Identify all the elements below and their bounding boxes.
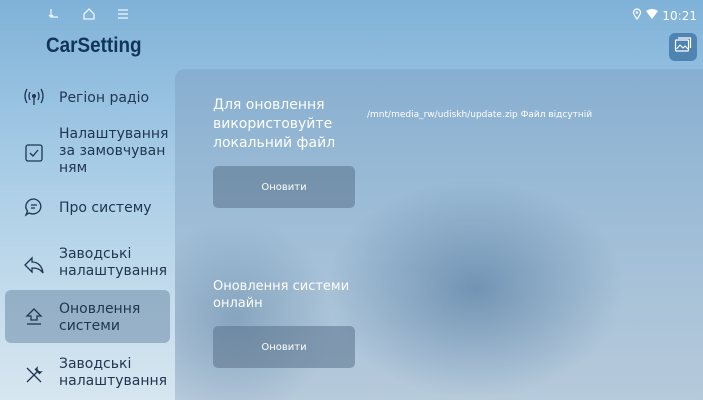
local-update-description: Для оновлення використовуйте локальний ф… [213,97,336,151]
clock: 10:21 [662,8,697,23]
return-arrow-icon [23,254,45,276]
sidebar-item-radio-region[interactable]: Регіон радіо [5,74,170,120]
sidebar-item-about-system[interactable]: Про систему [5,188,170,228]
tools-icon [23,364,45,386]
sidebar-item-label: Налаштування за замовчуван ням [59,126,169,176]
settings-sidebar: Регіон радіо Налаштування за замовчуван … [0,74,175,400]
app-title: CarSetting [46,34,142,57]
online-update-description: Оновлення системи онлайн [213,279,350,311]
location-icon [632,8,642,23]
image-icon [674,37,692,57]
online-update-button[interactable]: Оновити [213,326,355,368]
back-icon[interactable] [48,7,60,25]
sidebar-item-factory-settings-tools[interactable]: Заводські налаштування [5,348,170,398]
sidebar-item-system-update[interactable]: Оновлення системи [5,290,170,343]
menu-icon[interactable] [116,7,130,25]
status-bar: 10:21 [0,0,703,30]
home-icon[interactable] [82,7,96,25]
system-update-panel: Для оновлення використовуйте локальний ф… [175,69,703,400]
sidebar-item-factory-settings[interactable]: Заводські налаштування [5,238,170,288]
sidebar-item-label: Про систему [59,200,152,216]
local-update-button[interactable]: Оновити [213,166,355,208]
wifi-icon [646,8,659,23]
background-blur [325,179,625,399]
info-bubble-icon [23,196,45,218]
checkbox-icon [23,142,45,164]
sidebar-item-label: Оновлення системи [59,301,141,334]
sidebar-item-default-settings[interactable]: Налаштування за замовчуван ням [5,122,170,184]
sidebar-item-label: Заводські налаштування [59,356,168,389]
radio-signal-icon [23,86,45,108]
update-file-status: /mnt/media_rw/udiskh/update.zip Файл від… [367,110,593,120]
sidebar-item-label: Заводські налаштування [59,246,168,279]
sidebar-item-label: Регіон радіо [59,90,150,106]
wallpaper-button[interactable] [669,33,697,61]
upload-icon [23,306,45,328]
